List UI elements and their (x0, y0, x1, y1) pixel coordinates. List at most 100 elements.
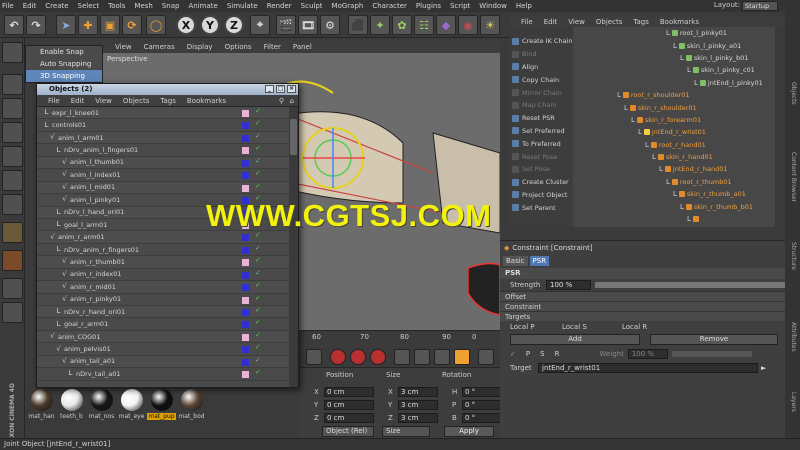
enabled-check-icon[interactable]: ✓ (255, 132, 261, 140)
table-row[interactable]: √ anim_pelvis01 ✓ (37, 343, 289, 356)
light-icon[interactable]: ☀ (480, 15, 500, 35)
viewport-menu-view[interactable]: View (115, 43, 132, 51)
table-row[interactable]: √ anim_l_thumb01 ✓ (37, 156, 289, 170)
objects-menu-bookmarks[interactable]: Bookmarks (187, 97, 226, 105)
command-create-cluster-button[interactable]: Create Cluster (510, 176, 573, 189)
checkmark-icon[interactable]: ✓ (510, 350, 516, 358)
material-swatch[interactable]: mat_bod (177, 389, 206, 420)
enabled-check-icon[interactable]: ✓ (255, 318, 261, 326)
table-row[interactable]: LnDrv_r_hand_ori01 ✓ (37, 306, 289, 319)
position-z-field[interactable]: 0 cm (324, 412, 374, 423)
side-tab-attributes[interactable]: Attributes (790, 322, 797, 352)
enabled-check-icon[interactable]: ✓ (255, 356, 261, 364)
enabled-check-icon[interactable]: ✓ (255, 331, 261, 339)
position-key-icon[interactable] (394, 349, 410, 365)
render-region-icon[interactable]: 🎬 (276, 15, 296, 35)
tree-row[interactable]: Lroot_l_pinky01 (573, 27, 775, 39)
objects-menu-file[interactable]: File (48, 97, 60, 105)
lock-workplane-icon[interactable] (2, 302, 23, 323)
group-offset[interactable]: Offset (500, 291, 785, 301)
apply-button[interactable]: Apply (444, 426, 494, 437)
points-mode-icon[interactable] (2, 146, 23, 167)
axis-mode-icon[interactable] (2, 222, 23, 243)
viewport-menu-panel[interactable]: Panel (293, 43, 312, 51)
rotate-icon[interactable]: ⟳ (122, 15, 142, 35)
array-icon[interactable]: ☷ (414, 15, 434, 35)
object-manager-menu-edit[interactable]: Edit (544, 18, 558, 26)
table-row[interactable]: LnDrv_tail_a01 ✓ (37, 368, 289, 381)
snap-menu-item-selected[interactable]: 3D Snapping (26, 70, 102, 82)
size-x-field[interactable]: 3 cm (398, 386, 438, 397)
menu-window[interactable]: Window (479, 2, 507, 10)
menu-help[interactable]: Help (516, 2, 532, 10)
target-s-toggle[interactable]: S (540, 350, 544, 358)
play-icon[interactable] (306, 349, 322, 365)
material-swatch[interactable]: teeth_b (57, 389, 86, 420)
tree-row[interactable]: Lskin_l_pinky_c01 (573, 64, 775, 76)
command-create-ik-chain-button[interactable]: Create IK Chain (510, 35, 573, 48)
tree-row[interactable]: Lskin_r_thumb_b01 (573, 200, 775, 212)
texture-mode-icon[interactable] (2, 98, 23, 119)
enabled-check-icon[interactable]: ✓ (255, 294, 261, 302)
spline-icon[interactable]: ✦ (370, 15, 390, 35)
table-row[interactable]: √ anim_l_index01 ✓ (37, 169, 289, 182)
position-y-field[interactable]: 0 cm (324, 399, 374, 410)
tree-row[interactable]: Lskin_r_forearm01 (573, 114, 775, 126)
recent-icon[interactable]: ◯ (146, 15, 166, 35)
move-icon[interactable]: ✚ (78, 15, 98, 35)
objects-window-titlebar[interactable]: Objects (2) _ □ × (37, 84, 298, 95)
table-row[interactable]: √ anim_r_index01 ✓ (37, 269, 289, 282)
position-x-field[interactable]: 0 cm (324, 386, 374, 397)
tree-row[interactable]: Lroot_r_thumb01 (573, 176, 775, 188)
command-align-button[interactable]: Align (510, 61, 573, 74)
menu-simulate[interactable]: Simulate (227, 2, 258, 10)
menu-edit[interactable]: Edit (23, 2, 37, 10)
objects-menu-view[interactable]: View (95, 97, 112, 105)
coordinate-system-icon[interactable]: ⌖ (250, 15, 270, 35)
autokey-icon[interactable] (350, 349, 366, 365)
home-icon[interactable]: ⌂ (290, 97, 294, 105)
deformer-icon[interactable]: ◆ (436, 15, 456, 35)
model-mode-icon[interactable] (2, 74, 23, 95)
material-swatch[interactable]: mat_nos (87, 389, 116, 420)
magnet-icon[interactable] (2, 250, 23, 271)
menu-create[interactable]: Create (45, 2, 68, 10)
enabled-check-icon[interactable]: ✓ (255, 244, 261, 252)
target-link-field[interactable]: jntEnd_r_wrist01 (538, 363, 758, 373)
menu-animate[interactable]: Animate (188, 2, 217, 10)
enabled-check-icon[interactable]: ✓ (255, 281, 261, 289)
local-p-radio[interactable]: Local P (510, 323, 550, 331)
object-manager-menu-objects[interactable]: Objects (596, 18, 622, 26)
object-manager-menu-tags[interactable]: Tags (633, 18, 649, 26)
edges-mode-icon[interactable] (2, 170, 23, 191)
rotation-h-field[interactable]: 0 ° (462, 386, 502, 397)
strength-field[interactable]: 100 % (546, 280, 591, 290)
tree-row[interactable]: Lskin_r_hand01 (573, 151, 775, 163)
table-row[interactable]: Lexpr_l_knee01 ✓ (37, 107, 289, 120)
snap-menu-item[interactable]: Enable Snap (26, 46, 102, 58)
menu-render[interactable]: Render (267, 2, 292, 10)
live-select-icon[interactable]: ➤ (56, 15, 76, 35)
scrollbar-thumb[interactable] (290, 119, 297, 155)
object-manager-scrollbar[interactable] (775, 27, 785, 227)
tree-row[interactable]: Lroot_r_hand01 (573, 139, 775, 151)
scale-key-icon[interactable] (414, 349, 430, 365)
scene-icon[interactable]: ◉ (458, 15, 478, 35)
menu-tools[interactable]: Tools (108, 2, 125, 10)
search-icon[interactable]: ⚲ (279, 97, 284, 105)
object-manager-menu-file[interactable]: File (521, 18, 533, 26)
table-row[interactable]: √ anim_l_mid01 ✓ (37, 181, 289, 195)
command-copy-chain-button[interactable]: Copy Chain (510, 73, 573, 86)
tree-row[interactable]: Lroot_r_shoulder01 (573, 89, 775, 101)
render-view-icon[interactable]: 🎞 (298, 15, 318, 35)
viewport-menu-options[interactable]: Options (225, 43, 252, 51)
enabled-check-icon[interactable]: ✓ (255, 343, 261, 351)
objects-window-scrollbar[interactable] (289, 107, 298, 387)
local-r-radio[interactable]: Local R (622, 323, 670, 331)
size-mode-select[interactable]: Size (382, 426, 430, 437)
viewport-menu-display[interactable]: Display (187, 43, 213, 51)
tree-row[interactable]: L (573, 213, 775, 225)
enabled-check-icon[interactable]: ✓ (255, 368, 261, 376)
command-set-preferred-button[interactable]: Set Preferred (510, 125, 573, 138)
enabled-check-icon[interactable]: ✓ (255, 169, 261, 177)
